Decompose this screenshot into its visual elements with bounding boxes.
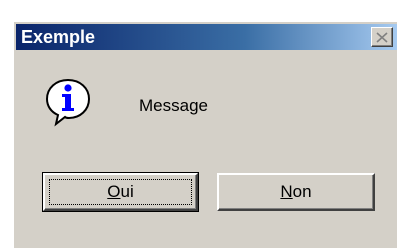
oui-button[interactable]: Oui [42, 172, 199, 212]
window-title: Exemple [21, 26, 96, 47]
oui-button-label: Oui [107, 182, 134, 201]
dialog-window: Exemple Message Oui Non [13, 21, 397, 248]
message-text: Message [139, 96, 208, 115]
close-button[interactable] [371, 27, 393, 47]
non-button[interactable]: Non [217, 173, 375, 211]
non-button-label: Non [280, 182, 312, 201]
close-icon [376, 31, 388, 43]
info-icon [44, 77, 94, 127]
title-bar[interactable]: Exemple [16, 24, 397, 50]
